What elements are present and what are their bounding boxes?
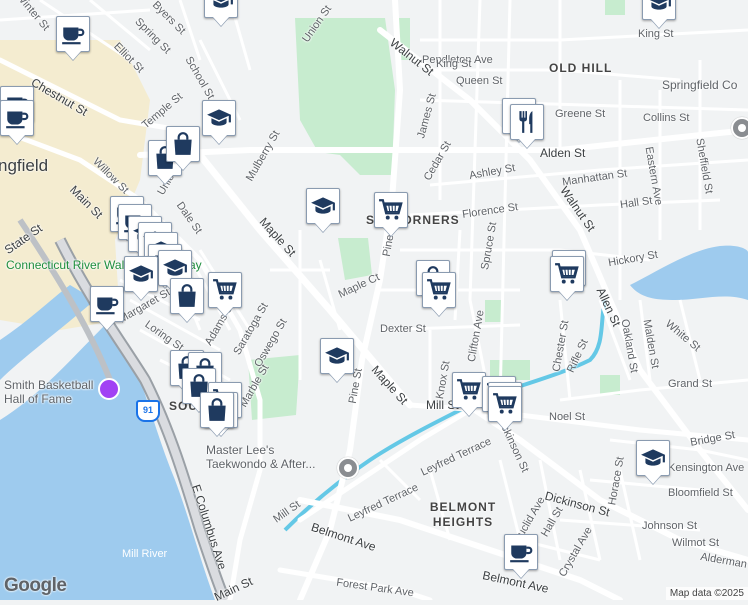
shopping-cart-icon [212,277,238,303]
shopping-bag-icon [204,397,230,423]
google-logo: Google [4,575,66,597]
museum-icon[interactable] [98,378,120,400]
cafe-marker[interactable] [90,286,124,322]
highway-shield: 91 [136,400,160,422]
education-marker[interactable] [306,188,340,224]
coffee-cup-icon [94,291,120,317]
shopping-bag-icon [174,283,200,309]
shopping-cart-icon [492,391,518,417]
shopping-cart-icon [426,277,452,303]
graduation-cap-icon [128,261,154,287]
graduation-cap-icon [208,0,234,13]
shopping-cart-icon [554,261,580,287]
education-marker[interactable] [202,100,236,136]
cafe-marker[interactable] [56,16,90,52]
shopping-marker[interactable] [170,278,204,314]
grocery-marker[interactable] [452,372,486,408]
grocery-marker[interactable] [374,192,408,228]
graduation-cap-icon [324,343,350,369]
grocery-marker[interactable] [208,272,242,308]
map-canvas[interactable]: OLD HILL SIX CORNERS BELMONT HEIGHTS SOU… [0,0,748,600]
grocery-marker[interactable] [488,386,522,422]
graduation-cap-icon [310,193,336,219]
shopping-marker[interactable] [166,126,200,162]
education-marker[interactable] [636,440,670,476]
education-marker[interactable] [320,338,354,374]
university-icon[interactable] [731,117,748,139]
graduation-cap-icon [646,0,672,15]
education-marker[interactable] [204,0,238,18]
shopping-cart-icon [378,197,404,223]
poi-hall-of-fame[interactable]: Smith Basketball Hall of Fame [4,378,100,406]
neighborhood-old-hill: OLD HILL [549,61,612,75]
graduation-cap-icon [640,445,666,471]
poi-taekwondo[interactable]: Master Lee's Taekwondo & After... [206,443,336,471]
grocery-marker[interactable] [422,272,456,308]
neighborhood-belmont-heights: BELMONT HEIGHTS [428,500,498,530]
coffee-cup-icon [4,105,30,131]
cafe-marker[interactable] [0,100,34,136]
graduation-cap-icon [206,105,232,131]
education-marker[interactable] [124,256,158,292]
fork-knife-icon [514,109,540,135]
coffee-cup-icon [60,21,86,47]
city-label: ngfield [0,156,48,176]
cafe-marker[interactable] [504,534,538,570]
shopping-cart-icon [456,377,482,403]
water-mill-river: Mill River [122,548,167,560]
poi-springfield-college[interactable]: Springfield Co [662,78,737,92]
coffee-cup-icon [508,539,534,565]
education-marker[interactable] [642,0,676,20]
place-icon[interactable] [337,457,359,479]
restaurant-marker[interactable] [510,104,544,140]
grocery-marker[interactable] [550,256,584,292]
shopping-marker[interactable] [200,392,234,428]
shopping-bag-icon [170,131,196,157]
map-attribution[interactable]: Map data ©2025 [666,587,748,600]
